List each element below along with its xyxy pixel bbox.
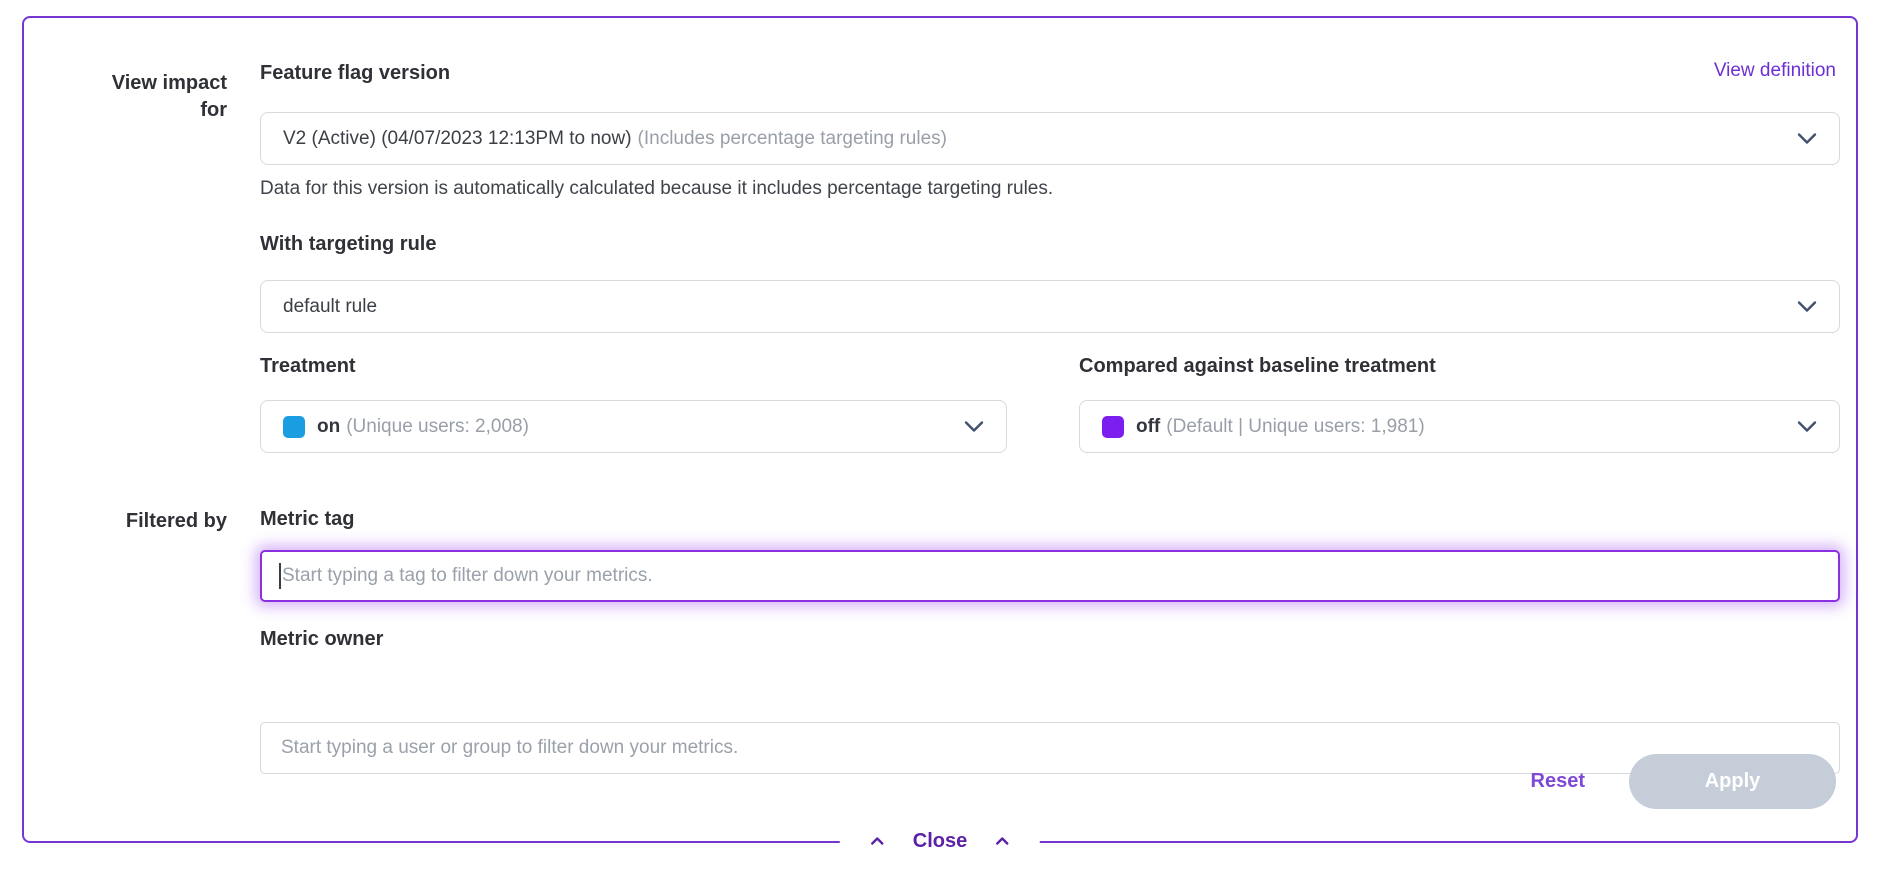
metric-tag-input-wrap xyxy=(260,550,1840,602)
chevron-up-icon xyxy=(870,836,885,846)
baseline-treatment-select[interactable]: off (Default | Unique users: 1,981) xyxy=(1079,400,1840,453)
treatment-note: (Unique users: 2,008) xyxy=(346,416,529,438)
treatment-value: on xyxy=(317,416,340,438)
treatment-select[interactable]: on (Unique users: 2,008) xyxy=(260,400,1007,453)
baseline-color-swatch xyxy=(1102,416,1124,438)
metric-owner-label: Metric owner xyxy=(260,628,383,651)
close-label: Close xyxy=(913,830,967,853)
targeting-rule-select[interactable]: default rule xyxy=(260,280,1840,333)
chevron-down-icon xyxy=(964,420,984,433)
treatment-color-swatch xyxy=(283,416,305,438)
baseline-value: off xyxy=(1136,416,1160,438)
chevron-up-icon xyxy=(995,836,1010,846)
reset-button[interactable]: Reset xyxy=(1531,770,1585,793)
treatment-label: Treatment xyxy=(260,355,356,378)
metric-tag-input[interactable] xyxy=(260,550,1840,602)
view-impact-panel: View impact for Filtered by View definit… xyxy=(22,16,1858,843)
action-bar: Reset Apply xyxy=(1531,754,1836,809)
baseline-treatment-label: Compared against baseline treatment xyxy=(1079,355,1436,378)
feature-flag-version-value: V2 (Active) (04/07/2023 12:13PM to now) xyxy=(283,128,632,150)
close-button[interactable]: Close xyxy=(840,824,1040,858)
chevron-down-icon xyxy=(1797,132,1817,145)
text-caret xyxy=(279,563,281,589)
apply-button[interactable]: Apply xyxy=(1629,754,1836,809)
view-impact-for-label: View impact for xyxy=(95,70,227,124)
version-helper-text: Data for this version is automatically c… xyxy=(260,178,1053,200)
metric-tag-label: Metric tag xyxy=(260,508,354,531)
targeting-rule-value: default rule xyxy=(283,296,377,318)
feature-flag-version-select[interactable]: V2 (Active) (04/07/2023 12:13PM to now) … xyxy=(260,112,1840,165)
baseline-note: (Default | Unique users: 1,981) xyxy=(1166,416,1424,438)
targeting-rule-label: With targeting rule xyxy=(260,233,436,256)
chevron-down-icon xyxy=(1797,300,1817,313)
chevron-down-icon xyxy=(1797,420,1817,433)
feature-flag-version-label: Feature flag version xyxy=(260,62,450,85)
feature-flag-version-note: (Includes percentage targeting rules) xyxy=(638,128,947,150)
filtered-by-label: Filtered by xyxy=(95,508,227,535)
view-definition-link[interactable]: View definition xyxy=(1714,60,1836,82)
